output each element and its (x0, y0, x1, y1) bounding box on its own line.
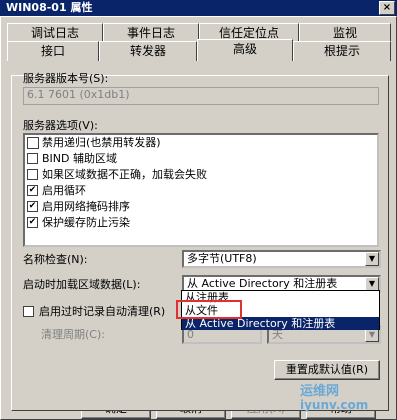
option-label: 如果区域数据不正确，加载会失败 (42, 168, 207, 181)
option-checkbox[interactable] (27, 169, 38, 180)
option-checkbox[interactable] (27, 153, 38, 164)
tab-interfaces[interactable]: 接口 (7, 41, 99, 61)
name-check-label: 名称检查(N): (23, 253, 88, 266)
window-title: WIN08-01 属性 (6, 1, 93, 14)
option-label: 启用循环 (42, 184, 86, 197)
server-version-label: 服务器版本号(S): (23, 72, 109, 85)
option-label: 禁用递归(也禁用转发器) (42, 136, 161, 149)
tab-advanced[interactable]: 高级 (197, 39, 293, 61)
title-bar: WIN08-01 属性 × (0, 0, 397, 16)
highlight-box (176, 300, 242, 319)
chevron-down-icon: ▼ (365, 328, 379, 342)
server-options-label: 服务器选项(V): (23, 119, 98, 132)
tab-forwarders[interactable]: 转发器 (99, 41, 197, 61)
option-checkbox[interactable]: ✔ (27, 201, 38, 212)
close-button[interactable]: × (379, 1, 395, 15)
option-checkbox[interactable]: ✔ (27, 185, 38, 196)
chevron-down-icon: ▼ (365, 277, 379, 291)
scavenging-checkbox[interactable] (23, 306, 34, 317)
server-options-list: 禁用递归(也禁用转发器) BIND 辅助区域 如果区域数据不正确，加载会失败 ✔… (23, 133, 379, 247)
option-checkbox[interactable] (27, 137, 39, 149)
tab-event-log[interactable]: 事件日志 (103, 23, 199, 43)
watermark-line1: 运维网 (300, 384, 340, 399)
name-check-value: 多字节(UTF8) (187, 252, 257, 265)
server-version-field: 6.1 7601 (0x1db1) (23, 87, 379, 105)
chevron-down-icon: ▼ (365, 252, 379, 266)
tab-debug-log[interactable]: 调试日志 (7, 23, 103, 43)
scavenging-label: 启用过时记录自动清理(R) (39, 305, 166, 318)
tab-monitoring[interactable]: 监视 (299, 23, 391, 43)
watermark-line2: iyunv.com (300, 398, 369, 412)
load-zone-label: 启动时加载区域数据(L): (23, 278, 141, 291)
option-label: BIND 辅助区域 (42, 152, 117, 165)
option-label: 保护缓存防止污染 (42, 216, 130, 229)
tab-root-hints[interactable]: 根提示 (293, 41, 391, 61)
properties-dialog: 调试日志 事件日志 信任定位点 监视 接口 转发器 高级 根提示 服务器版本号(… (0, 16, 397, 420)
period-label: 清理周期(C): (41, 328, 105, 341)
load-zone-value: 从 Active Directory 和注册表 (187, 277, 338, 290)
name-check-select[interactable]: 多字节(UTF8) ▼ (182, 250, 381, 268)
reset-defaults-button[interactable]: 重置成默认值(R) (274, 360, 380, 380)
option-label: 启用网络掩码排序 (42, 200, 130, 213)
option-checkbox[interactable]: ✔ (27, 217, 38, 228)
